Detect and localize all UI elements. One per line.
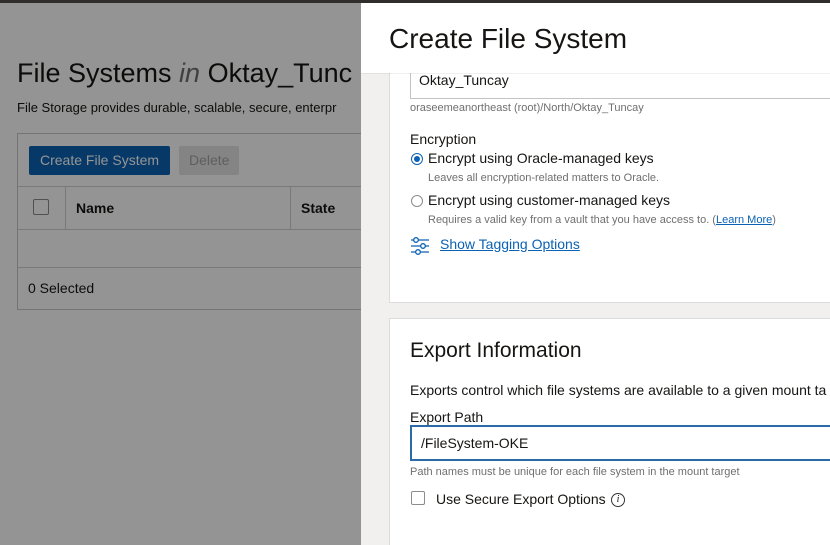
oracle-managed-keys-radio[interactable]: [411, 153, 423, 165]
secure-export-label[interactable]: Use Secure Export Options: [436, 491, 606, 507]
create-file-system-panel: Create File System Oktay_Tuncay oraseeme…: [361, 3, 830, 545]
customer-managed-keys-help: Requires a valid key from a vault that y…: [428, 214, 776, 226]
panel-body[interactable]: Oktay_Tuncay oraseemeanortheast (root)/N…: [361, 63, 830, 545]
oracle-managed-keys-help: Leaves all encryption-related matters to…: [428, 172, 660, 184]
export-path-label: Export Path: [410, 409, 484, 425]
compartment-value: Oktay_Tuncay: [419, 72, 509, 88]
panel-title: Create File System: [389, 23, 628, 54]
top-bar: [0, 0, 830, 3]
export-section-title: Export Information: [410, 339, 582, 362]
export-path-input[interactable]: [410, 425, 830, 461]
export-description: Exports control which file systems are a…: [410, 382, 827, 398]
info-icon[interactable]: i: [611, 493, 625, 507]
compartment-path: oraseemeanortheast (root)/North/Oktay_Tu…: [410, 102, 644, 114]
export-path-help: Path names must be unique for each file …: [410, 466, 740, 478]
file-system-details-section: Oktay_Tuncay oraseemeanortheast (root)/N…: [389, 63, 830, 303]
customer-managed-keys-label[interactable]: Encrypt using customer-managed keys: [428, 192, 670, 208]
panel-header: Create File System: [361, 3, 830, 73]
secure-export-checkbox[interactable]: [411, 491, 425, 505]
export-information-section: Export Information Exports control which…: [389, 318, 830, 545]
show-tagging-options-link[interactable]: Show Tagging Options: [440, 236, 580, 252]
customer-managed-keys-radio[interactable]: [411, 195, 423, 207]
oracle-managed-keys-label[interactable]: Encrypt using Oracle-managed keys: [428, 150, 654, 166]
learn-more-link[interactable]: Learn More: [716, 214, 772, 226]
encryption-label: Encryption: [410, 131, 477, 147]
sliders-icon: [411, 237, 429, 255]
